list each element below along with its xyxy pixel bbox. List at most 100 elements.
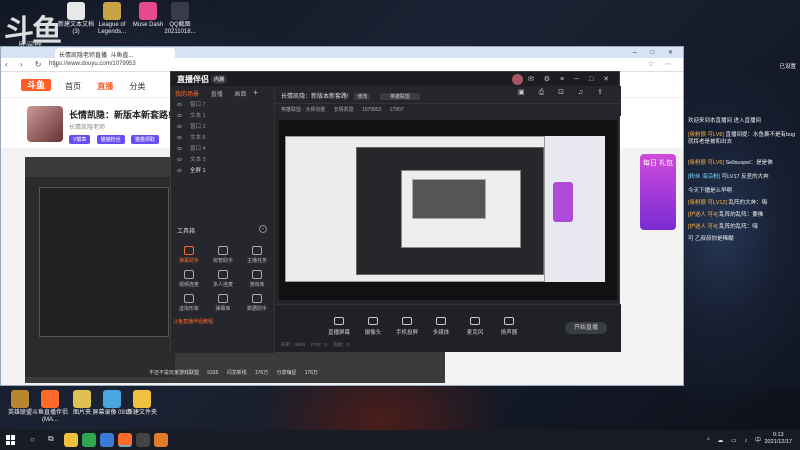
- tab-canvas[interactable]: 画面: [234, 92, 246, 98]
- desktop-icon-qq-screenshot[interactable]: QQ截图 20211018...: [160, 2, 200, 36]
- chat-line: 可 乙叔叔你是稀糊: [688, 236, 734, 242]
- user-avatar[interactable]: [512, 74, 523, 85]
- app-taskbar-icon[interactable]: [154, 433, 168, 447]
- source-media[interactable]: 多媒体: [423, 317, 459, 336]
- douyu-taskbar-icon[interactable]: [118, 433, 132, 447]
- scene-item[interactable]: 全屏 1: [171, 164, 274, 175]
- tool-video-link[interactable]: 视频连麦: [173, 270, 205, 288]
- windows-start-icon[interactable]: [6, 435, 16, 445]
- eye-icon[interactable]: [177, 147, 182, 151]
- chart-icon: [252, 294, 262, 303]
- add-scene-button[interactable]: +: [253, 88, 258, 97]
- tab-live[interactable]: 直播: [211, 92, 223, 98]
- eye-icon[interactable]: [177, 114, 182, 118]
- search-icon[interactable]: ○: [30, 435, 35, 444]
- tool-streamer-tasks[interactable]: 主播任务: [241, 246, 273, 264]
- tool-tutorial[interactable]: 斗鱼直播伴侣教程: [173, 318, 273, 325]
- source-speaker[interactable]: 扬声器: [491, 317, 527, 336]
- edge-taskbar-icon[interactable]: [100, 433, 114, 447]
- preview-nested-app: [356, 147, 544, 275]
- app-window-controls[interactable]: ✉ ⚙ ≡ ─ □ ✕: [528, 75, 613, 83]
- tab-my-scenes[interactable]: 我的场景: [175, 92, 199, 98]
- eye-icon[interactable]: [177, 158, 182, 162]
- streamer-avatar[interactable]: [27, 106, 63, 142]
- group-icon: [218, 270, 228, 279]
- source-phone-cast[interactable]: 手机投屏: [389, 317, 425, 336]
- source-screen-capture[interactable]: 直播屏幕: [321, 317, 357, 336]
- library-icon: [218, 294, 228, 303]
- beta-badge: 内测: [211, 75, 228, 85]
- url-field[interactable]: https://www.douyu.com/1079953: [45, 60, 345, 70]
- nav-live[interactable]: 直播: [97, 82, 113, 91]
- window-controls[interactable]: ─ □ ✕: [633, 49, 679, 56]
- start-live-button[interactable]: 开始直播: [565, 322, 607, 334]
- desktop-icon-lol[interactable]: League of Legends...: [92, 2, 132, 36]
- tool-game-library[interactable]: 游戏库: [241, 270, 273, 288]
- video-recommend-strip: 不还不是玩家游戏联盟 5335 闪龙新线 176万 分享嗨星 176万: [149, 370, 319, 376]
- scene-item[interactable]: 文本 3: [171, 153, 274, 164]
- system-tray[interactable]: ^ ☁ ▭ ♪ 中: [707, 435, 764, 444]
- eye-icon[interactable]: [177, 103, 182, 107]
- task-view-icon[interactable]: ⧉: [48, 434, 54, 444]
- badge-fans[interactable]: 猫猫粉丝: [96, 135, 125, 144]
- preview-nested-video: [412, 179, 486, 219]
- speaker-icon: [504, 317, 514, 325]
- microphone-icon: [470, 317, 480, 325]
- scene-item[interactable]: 窗口 1: [171, 120, 274, 131]
- browser-taskbar-icon[interactable]: [82, 433, 96, 447]
- chat-line: 今天下播是么早啊: [688, 188, 733, 194]
- eye-icon[interactable]: [177, 125, 182, 129]
- category-select[interactable]: 英雄联盟: [380, 93, 421, 100]
- scene-item[interactable]: 窗口 7: [171, 98, 274, 109]
- tool-danmaku-helper[interactable]: 弹幕助手: [173, 246, 205, 264]
- douyu-logo[interactable]: 斗鱼: [21, 79, 51, 91]
- site-nav: 首页 直播 分类: [65, 81, 159, 92]
- live-meta-row: 英雄联盟 - 大师剑胜 长情凯隐 1079953 17907: [275, 104, 621, 116]
- status-line: 码率：0kb/s FPS：0 丢帧：0: [281, 342, 350, 347]
- source-camera[interactable]: 摄像头: [355, 317, 391, 336]
- tool-danmaku-library[interactable]: 弹幕库: [207, 294, 239, 312]
- tool-multi-link[interactable]: 多人连麦: [207, 270, 239, 288]
- chat-line: [吸粉狼 可LV6] Sellsuspel：是是佛: [688, 160, 773, 166]
- monitor-icon: [334, 317, 344, 325]
- camera-icon: [368, 317, 378, 325]
- nav-home[interactable]: 首页: [65, 82, 81, 91]
- clock[interactable]: 0:13 2021/12/17: [764, 432, 792, 446]
- phone-icon: [402, 317, 412, 325]
- badge-claim[interactable]: 猫猫领取: [130, 135, 159, 144]
- obs-taskbar-icon[interactable]: [136, 433, 150, 447]
- eye-icon[interactable]: [177, 136, 182, 140]
- explorer-taskbar-icon[interactable]: [64, 433, 78, 447]
- streamer-badges: V徽章 猫猫粉丝 猫猫领取: [69, 134, 163, 144]
- streamer-name[interactable]: 长情凯隐老师: [69, 122, 105, 131]
- tool-data-helper[interactable]: 数据助手: [241, 294, 273, 312]
- address-bar: ‹ › ↻ ⌂ https://www.douyu.com/1079953 ☆ …: [1, 58, 683, 72]
- task-icon: [252, 246, 262, 255]
- source-microphone[interactable]: 麦克风: [457, 317, 493, 336]
- scene-tabs: 我的场景 直播 画面 +: [171, 86, 274, 98]
- taskbar: ○ ⧉ ^ ☁ ▭ ♪ 中 0:13 2021/12/17: [0, 430, 800, 450]
- desktop-icon-new-folder[interactable]: 新建文件夹: [122, 390, 162, 417]
- toolbox-collapse-icon[interactable]: −: [259, 225, 267, 233]
- eye-icon[interactable]: [177, 169, 182, 173]
- media-icon: [436, 317, 446, 325]
- scene-item[interactable]: 文本 1: [171, 109, 274, 120]
- nav-category[interactable]: 分类: [129, 82, 145, 91]
- desktop-icon-text-file[interactable]: 新建文本文档 (3): [56, 2, 96, 36]
- scene-item[interactable]: 窗口 4: [171, 142, 274, 153]
- edit-title-button[interactable]: 修改: [354, 93, 371, 100]
- scene-item[interactable]: 文本 5: [171, 131, 274, 142]
- browser-tab[interactable]: 长情凯隐老师直播_斗鱼直...: [55, 48, 175, 58]
- user-icon: [218, 246, 228, 255]
- tool-avatar[interactable]: 虚拟形象: [173, 294, 205, 312]
- preview-nested-browser: [401, 170, 521, 248]
- browser-toolbar-icons[interactable]: ☆ ⋯: [648, 60, 675, 68]
- stream-preview[interactable]: [279, 120, 617, 300]
- daily-gift-banner[interactable]: 每日 礼包: [640, 154, 676, 230]
- preview-gift-banner: [553, 182, 573, 222]
- live-action-icons[interactable]: ▣ ⎙ ⊡ ♫ ⇪: [518, 88, 609, 97]
- gamepad-icon: [252, 270, 262, 279]
- chat-header: 已设置: [779, 64, 796, 70]
- tool-room-manager[interactable]: 房管助手: [207, 246, 239, 264]
- badge-v[interactable]: V徽章: [69, 135, 91, 144]
